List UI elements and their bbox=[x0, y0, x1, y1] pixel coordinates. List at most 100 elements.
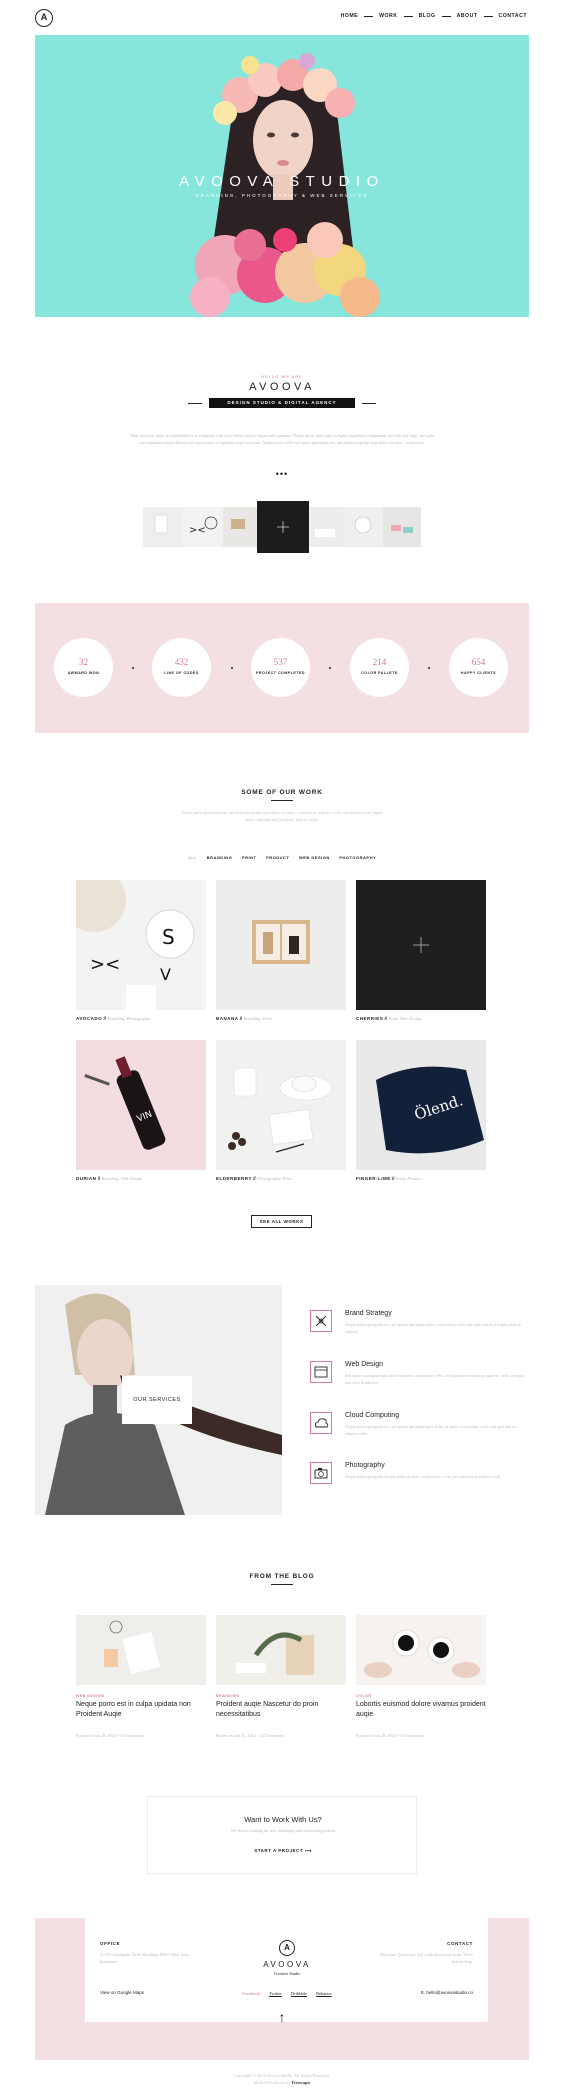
our-services-box: OUR SERVICES bbox=[122, 1376, 192, 1424]
thumb-6[interactable] bbox=[343, 507, 383, 547]
service-desc: Neque porro quisquam est, qui ipsum quis… bbox=[345, 1322, 521, 1335]
work-name[interactable]: AVOCADO bbox=[76, 1016, 102, 1021]
browser-window-icon bbox=[310, 1361, 332, 1383]
work-caption: AVOCADO // Branding, Photography bbox=[76, 1016, 150, 1021]
work-caption: FINGER-LIME // Print, Product bbox=[356, 1176, 422, 1181]
work-card-durian[interactable]: VIN bbox=[76, 1040, 206, 1170]
filter-product[interactable]: PRODUCT bbox=[266, 855, 289, 860]
stat-number: 537 bbox=[273, 657, 288, 667]
thumb-5[interactable] bbox=[309, 507, 343, 547]
thumbnail-strip: >< bbox=[143, 501, 421, 553]
thumb-2[interactable]: >< bbox=[183, 507, 223, 547]
nav-separator bbox=[483, 15, 493, 17]
svg-text:><: >< bbox=[90, 954, 120, 975]
post-category[interactable]: WEB DESIGN bbox=[76, 1694, 104, 1698]
google-maps-link[interactable]: View on Google Maps bbox=[100, 1990, 144, 1995]
footer-card: OFFICE Jl.176 Cikampahr Street Bandung 4… bbox=[85, 1918, 488, 2022]
filter-print[interactable]: PRINT bbox=[242, 855, 257, 860]
start-project-button[interactable]: START A PROJECT ⟶ bbox=[148, 1848, 418, 1854]
work-title: SOME OF OUR WORK bbox=[241, 789, 323, 796]
thumb-3[interactable] bbox=[223, 507, 257, 547]
footer-brand: AVOOVA bbox=[263, 1960, 311, 1969]
author-link[interactable]: Freewapic bbox=[291, 2080, 310, 2085]
facebook-link[interactable]: Facebook bbox=[242, 1991, 260, 1996]
post-title[interactable]: Neque porro est in culpa upidata non Pro… bbox=[76, 1700, 208, 1720]
service-title: Cloud Computing bbox=[345, 1412, 400, 1419]
tagline: DESIGN STUDIO & DIGITAL AGENCY bbox=[209, 398, 355, 408]
work-name[interactable]: DURIAN bbox=[76, 1176, 97, 1181]
work-tags: Branding, Web Design bbox=[101, 1176, 143, 1181]
stat-colors: 214 COLOR PALLETE bbox=[350, 638, 409, 697]
stat-clients: 654 HAPPY CLIENTS bbox=[449, 638, 508, 697]
post-category[interactable]: COLOR bbox=[356, 1694, 371, 1698]
stat-label: AWWARD WON bbox=[67, 671, 100, 675]
office-title: OFFICE bbox=[100, 1941, 121, 1946]
post-image[interactable] bbox=[216, 1615, 346, 1685]
post-meta: Posted on Jun 28, 2014 // 14 Comments bbox=[356, 1733, 425, 1738]
nav-home[interactable]: HOME bbox=[338, 13, 362, 19]
dribbble-link[interactable]: Dribbble bbox=[291, 1991, 307, 1996]
post-image[interactable] bbox=[76, 1615, 206, 1685]
work-card-banana[interactable] bbox=[216, 880, 346, 1010]
work-card-finger-lime[interactable]: Ölend. bbox=[356, 1040, 486, 1170]
filter-web-design[interactable]: WEB DESIGN bbox=[299, 855, 330, 860]
contact-email[interactable]: E. hello@avoovastudio.co bbox=[421, 1990, 473, 1995]
thumb-7[interactable] bbox=[383, 507, 421, 547]
work-caption: DURIAN // Branding, Web Design bbox=[76, 1176, 143, 1181]
filter-branding[interactable]: BRANDING bbox=[207, 855, 233, 860]
work-name[interactable]: BANANA bbox=[216, 1016, 239, 1021]
work-card-elderberry[interactable] bbox=[216, 1040, 346, 1170]
contact-description: Have any Questions? Let's talk about you… bbox=[379, 1952, 473, 1965]
twitter-link[interactable]: Twitter bbox=[269, 1991, 282, 1996]
stat-projects: 537 PROJECT COMPLETED bbox=[251, 638, 310, 697]
stat-label: HAPPY CLIENTS bbox=[460, 671, 497, 675]
nav-blog[interactable]: BLOG bbox=[416, 13, 439, 19]
site-logo[interactable]: A bbox=[35, 9, 53, 27]
work-tags: Branding, Print bbox=[243, 1016, 273, 1021]
cloud-icon bbox=[310, 1412, 332, 1434]
camera-icon bbox=[310, 1462, 332, 1484]
post-image[interactable] bbox=[356, 1615, 486, 1685]
stat-lines: 432 LINE OF CODES bbox=[152, 638, 211, 697]
nav-contact[interactable]: CONTACT bbox=[496, 13, 530, 19]
footer-logo[interactable]: A bbox=[279, 1940, 295, 1956]
post-category[interactable]: BRANDING bbox=[216, 1694, 239, 1698]
thumb-4[interactable] bbox=[257, 501, 309, 553]
service-desc: Neque porro quisquam est, qui ipsum quis… bbox=[345, 1424, 516, 1437]
hero-banner: AVOOVA STUDIO BRANDING, PHOTOGRAPHY & WE… bbox=[35, 35, 529, 317]
copyright-line: Copyright © 2014 Avoova Studio. All Righ… bbox=[234, 2073, 330, 2078]
thumb-1[interactable] bbox=[143, 507, 183, 547]
see-all-works-button[interactable]: SEE ALL WORKS bbox=[251, 1215, 312, 1228]
service-desc: Neque porro quisquam est qui dolor sit a… bbox=[345, 1474, 502, 1479]
stats-band: 32 AWWARD WON 432 LINE OF CODES 537 PROJ… bbox=[35, 603, 529, 733]
work-card-cherries[interactable] bbox=[356, 880, 486, 1010]
back-to-top-icon[interactable]: ↑ bbox=[276, 2010, 288, 2024]
behance-link[interactable]: Behance bbox=[316, 1991, 332, 1996]
work-caption: ELDERBERRY // Photography, Print bbox=[216, 1176, 292, 1181]
stat-dot bbox=[231, 667, 233, 669]
pen-tool-icon bbox=[310, 1310, 332, 1332]
stat-label: COLOR PALLETE bbox=[361, 671, 398, 675]
filter-photography[interactable]: PHOTOGRAPHY bbox=[339, 855, 376, 860]
hello-label: HELLO WE ARE bbox=[261, 374, 303, 379]
stat-number: 654 bbox=[471, 657, 486, 667]
post-meta: Posted on Jun 18, 2014 // 14 Comments bbox=[76, 1733, 145, 1738]
stat-number: 214 bbox=[372, 657, 387, 667]
post-title[interactable]: Proident auqie Nascetur do proin necessi… bbox=[216, 1700, 348, 1720]
brand-name: AVOOVA bbox=[249, 381, 315, 393]
work-image bbox=[216, 880, 346, 1010]
stat-dot bbox=[329, 667, 331, 669]
hero-subtitle: BRANDING, PHOTOGRAPHY & WEB SERVICES bbox=[195, 193, 369, 198]
work-card-avocado[interactable]: S >< V bbox=[76, 880, 206, 1010]
post-title[interactable]: Lobortis euismod dolore vivamus proident… bbox=[356, 1700, 488, 1720]
work-name[interactable]: FINGER-LIME bbox=[356, 1176, 391, 1181]
work-tags: Print, Web Design bbox=[388, 1016, 422, 1021]
nav-about[interactable]: ABOUT bbox=[454, 13, 481, 19]
hero-title: AVOOVA STUDIO bbox=[179, 173, 385, 190]
nav-work[interactable]: WORK bbox=[376, 13, 400, 19]
work-name[interactable]: ELDERBERRY bbox=[216, 1176, 252, 1181]
post-meta: Posted on Jun 11, 2014 // 14 Comments bbox=[216, 1733, 285, 1738]
contact-title: CONTACT bbox=[447, 1941, 473, 1946]
work-name[interactable]: CHERRIES bbox=[356, 1016, 383, 1021]
filter-all[interactable]: ALL bbox=[188, 855, 197, 860]
